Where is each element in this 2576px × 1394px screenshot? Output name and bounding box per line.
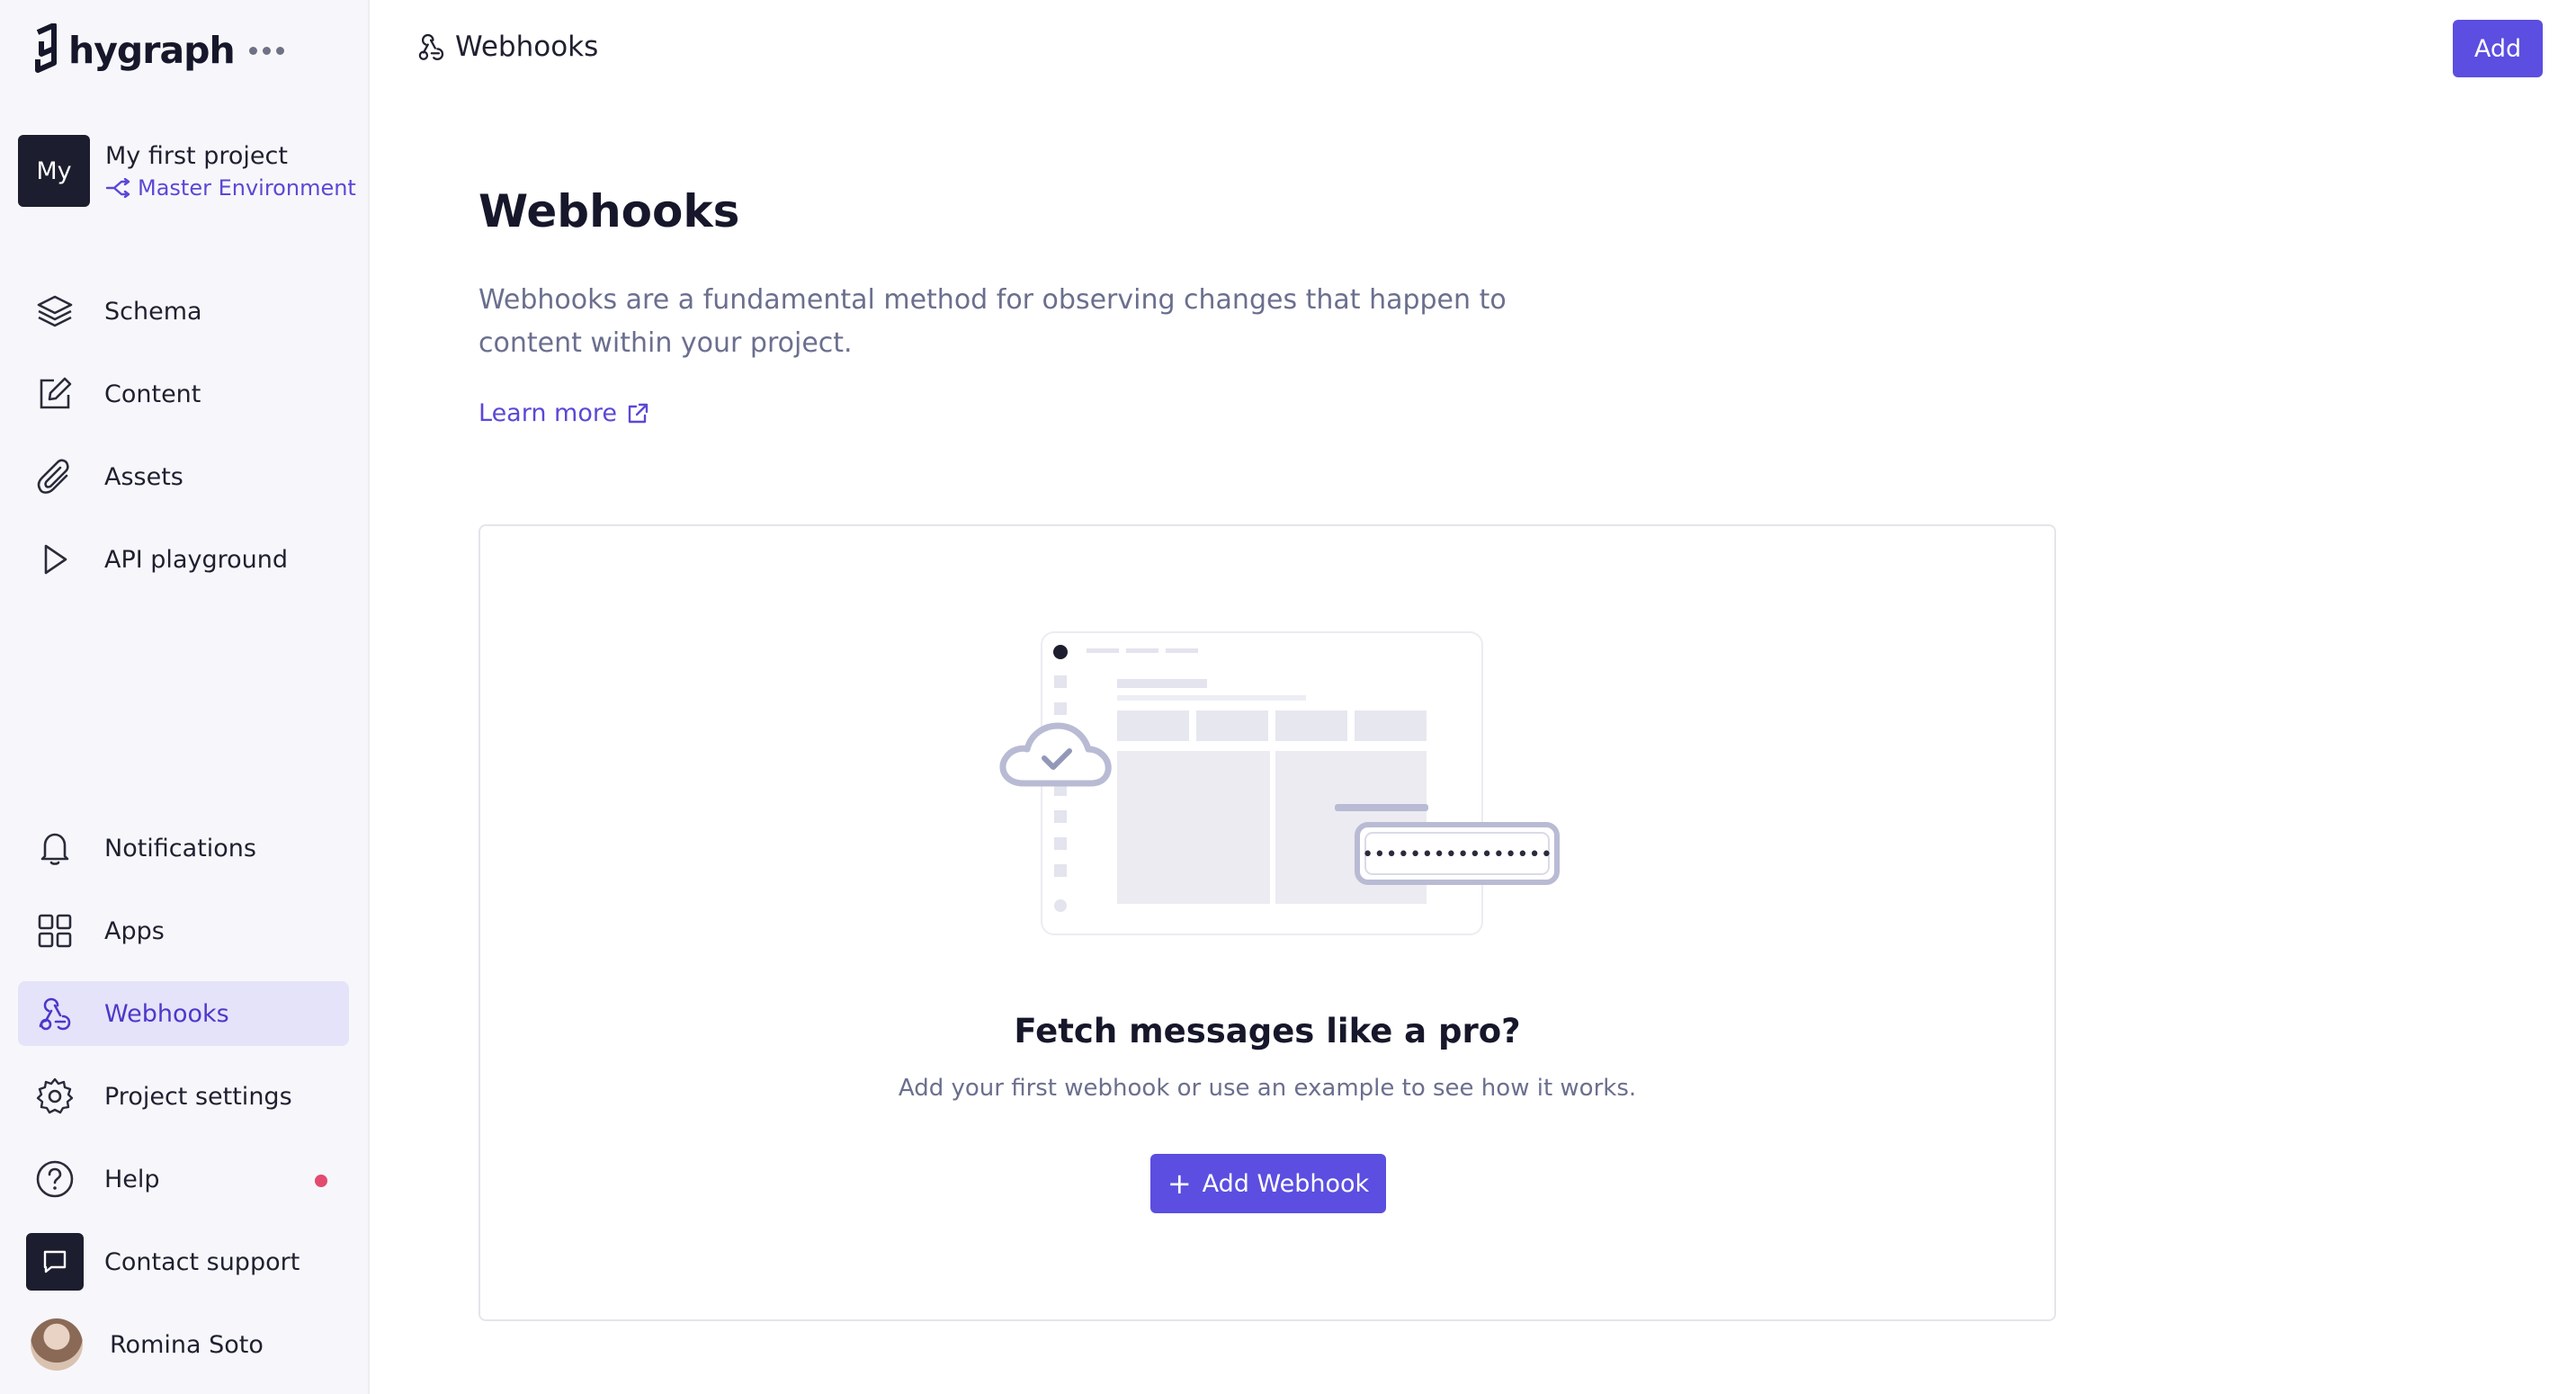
page-description: Webhooks are a fundamental method for ob… — [479, 284, 1507, 359]
sidebar-item-label: Contact support — [104, 1247, 300, 1276]
sidebar-item-apps[interactable]: Apps — [18, 898, 349, 963]
external-link-icon — [628, 403, 648, 423]
empty-state-card: •••••••••••••••• Fetch messages like a p… — [479, 524, 2056, 1321]
empty-state-title: Fetch messages like a pro? — [1014, 1012, 1521, 1050]
branch-icon — [105, 177, 130, 198]
project-name: My first project — [105, 141, 288, 170]
add-button[interactable]: Add — [2453, 20, 2543, 77]
sidebar-item-label: Notifications — [104, 834, 256, 862]
avatar — [31, 1318, 83, 1371]
brand[interactable]: hygraph — [32, 22, 284, 77]
sidebar-item-label: Webhooks — [104, 999, 229, 1028]
sidebar-item-label: Schema — [104, 297, 202, 326]
environment-link[interactable]: Master Environment — [105, 175, 356, 201]
breadcrumb: Webhooks — [416, 31, 598, 63]
sidebar-item-label: Apps — [104, 916, 165, 945]
sidebar: hygraph My My first project Master Envir… — [0, 0, 370, 1394]
play-icon — [34, 539, 76, 580]
webhook-icon — [418, 33, 444, 60]
sidebar-item-label: API playground — [104, 545, 288, 574]
webhook-illustration: •••••••••••••••• — [999, 631, 1560, 935]
paperclip-icon — [34, 456, 76, 497]
empty-state-subtitle: Add your first webhook or use an example… — [898, 1075, 1637, 1102]
webhook-icon — [34, 993, 76, 1034]
sidebar-item-webhooks[interactable]: Webhooks — [18, 981, 349, 1046]
plus-icon: + — [1167, 1166, 1192, 1201]
page-title: Webhooks — [479, 185, 740, 237]
hygraph-logo-icon — [32, 22, 63, 77]
layers-icon — [34, 290, 76, 332]
project-avatar: My — [18, 135, 90, 207]
learn-more-link[interactable]: Learn more — [479, 399, 649, 427]
sidebar-item-user[interactable]: Romina Soto — [18, 1312, 349, 1377]
add-webhook-label: Add Webhook — [1202, 1169, 1370, 1198]
more-options-icon[interactable] — [248, 46, 284, 55]
sidebar-item-help[interactable]: Help — [18, 1147, 349, 1211]
notification-dot — [315, 1175, 327, 1187]
sidebar-item-content[interactable]: Content — [18, 362, 349, 426]
sidebar-item-contact-support[interactable]: Contact support — [18, 1229, 349, 1294]
sidebar-item-api-playground[interactable]: API playground — [18, 527, 349, 592]
gear-icon — [34, 1076, 76, 1117]
sidebar-item-schema[interactable]: Schema — [18, 279, 349, 344]
environment-name: Master Environment — [138, 174, 356, 201]
sidebar-item-assets[interactable]: Assets — [18, 444, 349, 509]
brand-name: hygraph — [68, 29, 236, 72]
sidebar-item-label: Project settings — [104, 1082, 292, 1111]
add-webhook-button[interactable]: + Add Webhook — [1150, 1154, 1386, 1213]
bell-icon — [34, 827, 76, 869]
grid-icon — [34, 910, 76, 952]
help-circle-icon — [34, 1158, 76, 1200]
chat-icon — [26, 1233, 84, 1291]
sidebar-item-label: Assets — [104, 462, 183, 491]
project-switcher[interactable]: My My first project Master Environment — [18, 135, 356, 207]
secret-mask-text: •••••••••••••••• — [1362, 844, 1552, 866]
learn-more-label: Learn more — [479, 399, 617, 427]
sidebar-item-label: Help — [104, 1165, 160, 1193]
breadcrumb-title: Webhooks — [455, 31, 599, 63]
user-name: Romina Soto — [110, 1330, 264, 1359]
sidebar-item-notifications[interactable]: Notifications — [18, 816, 349, 880]
edit-icon — [34, 373, 76, 415]
sidebar-item-project-settings[interactable]: Project settings — [18, 1064, 349, 1129]
sidebar-item-label: Content — [104, 380, 201, 408]
